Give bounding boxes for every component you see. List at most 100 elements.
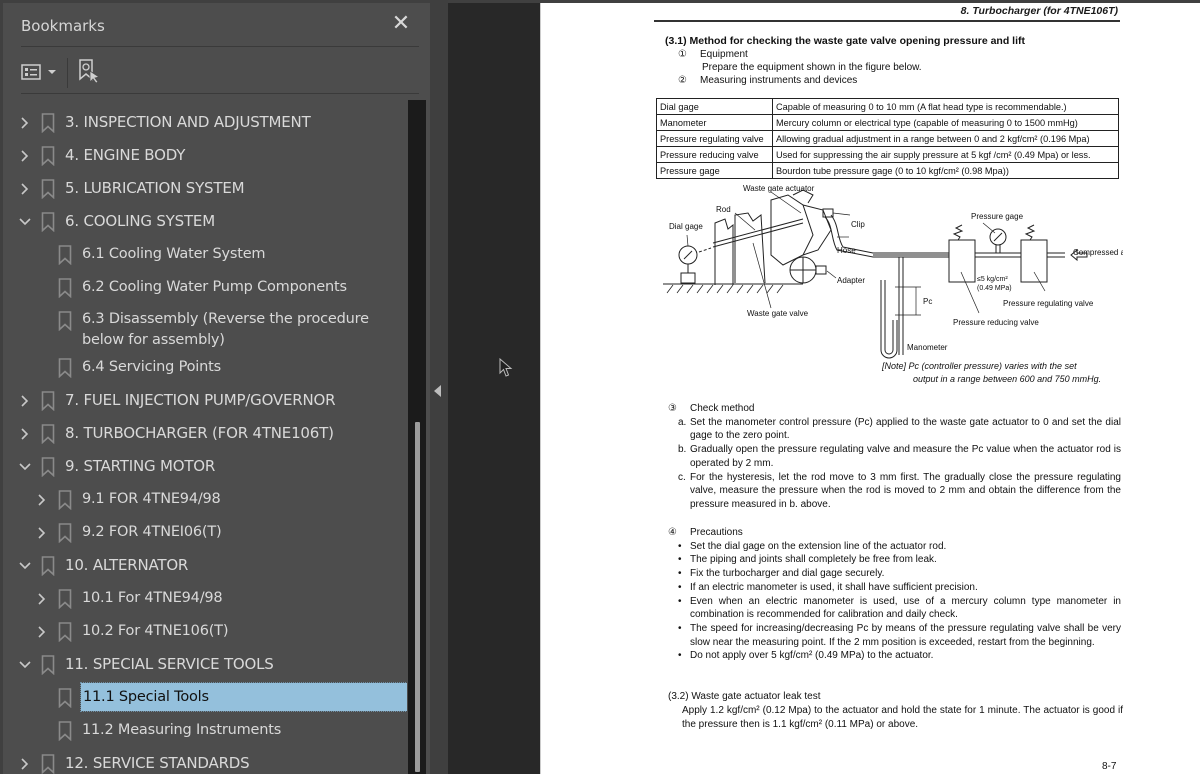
bookmark-icon — [58, 245, 72, 266]
check-method-step: a. Set the manometer control pressure (Pc… — [668, 416, 1121, 443]
chevron-right-icon[interactable] — [18, 174, 32, 204]
bookmark-item[interactable]: 10.1 For 4TNE94/98 — [3, 584, 407, 614]
bookmark-icon — [58, 278, 72, 299]
step-marker: a. — [678, 416, 687, 428]
turbocharger-drawing — [663, 189, 949, 294]
bookmark-icon — [41, 457, 55, 478]
step-marker: b. — [678, 444, 687, 456]
bookmark-label: 9.2 FOR 4TNEI06(T) — [82, 524, 222, 540]
bookmark-item[interactable]: 6.3 Disassembly (Reverse the procedure b… — [3, 306, 407, 354]
equipment-name-cell: Manometer — [656, 114, 773, 131]
scrollbar-thumb[interactable] — [415, 422, 420, 772]
bookmark-item[interactable]: 10.2 For 4TNE106(T) — [3, 617, 407, 647]
equipment-spec-cell: Allowing gradual adjustment in a range b… — [772, 130, 1119, 147]
bookmark-label: 7. FUEL INJECTION PUMP/GOVERNOR — [65, 391, 336, 409]
step-marker: c. — [678, 471, 686, 483]
bookmark-icon — [41, 754, 55, 774]
label-dial-gage: Dial gage — [669, 222, 703, 231]
chevron-down-icon[interactable] — [18, 650, 32, 680]
bookmark-icon — [41, 655, 55, 676]
chevron-right-icon[interactable] — [18, 749, 32, 774]
bookmark-label: 10.1 For 4TNE94/98 — [82, 590, 223, 606]
chevron-right-icon[interactable] — [35, 485, 49, 515]
step-1-text: Prepare the equipment shown in the figur… — [702, 62, 922, 73]
bookmark-label: 11.1 Special Tools — [80, 682, 407, 712]
label-adapter: Adapter — [837, 276, 865, 285]
bookmark-item[interactable]: 9.1 FOR 4TNE94/98 — [3, 485, 407, 515]
find-current-bookmark-button[interactable] — [77, 58, 105, 86]
section-3-1-title: (3.1) Method for checking the waste gate… — [665, 35, 1025, 47]
equipment-spec-cell: Mercury column or electrical type (capab… — [772, 114, 1119, 131]
bookmark-icon — [58, 311, 72, 332]
bookmark-label: 12. SERVICE STANDARDS — [65, 754, 250, 772]
bookmark-item[interactable]: 11. SPECIAL SERVICE TOOLS — [3, 650, 407, 680]
bookmarks-tree: 3. INSPECTION AND ADJUSTMENT 4. ENGINE BO… — [3, 100, 407, 774]
bookmark-item[interactable]: 9. STARTING MOTOR — [3, 452, 407, 482]
chevron-right-icon[interactable] — [18, 419, 32, 449]
precaution-item: Even when an electric manometer is used,… — [668, 595, 1121, 622]
bookmark-label: 6.1 Cooling Water System — [82, 246, 266, 262]
precaution-item: If an electric manometer is used, it sha… — [668, 581, 1121, 595]
bookmark-label: 3. INSPECTION AND ADJUSTMENT — [65, 113, 311, 131]
check-method-section: ③ Check method a. Set the manometer contro… — [668, 402, 1121, 512]
bookmark-icon — [41, 556, 55, 577]
step-1-heading: ① Equipment — [678, 49, 748, 60]
options-menu-button[interactable] — [21, 58, 59, 86]
chevron-right-icon[interactable] — [18, 141, 32, 171]
header-rule — [654, 20, 1120, 22]
bookmark-item[interactable]: 9.2 FOR 4TNEI06(T) — [3, 518, 407, 548]
precaution-item: Fix the turbocharger and dial gage secur… — [668, 567, 1121, 581]
bookmark-label: 4. ENGINE BODY — [65, 146, 186, 164]
bookmark-item[interactable]: 11.2 Measuring Instruments — [3, 716, 407, 746]
step-text: For the hysteresis, let the rod move to … — [690, 471, 1121, 510]
check-method-step: b. Gradually open the pressure regulating… — [668, 443, 1121, 470]
mouse-cursor-icon — [499, 358, 513, 377]
chevron-right-icon[interactable] — [35, 584, 49, 614]
collapse-panel-arrow-icon[interactable] — [434, 385, 441, 397]
check-method-step: c. For the hysteresis, let the rod move t… — [668, 471, 1121, 512]
bookmark-item[interactable]: 6. COOLING SYSTEM — [3, 207, 407, 237]
step-text: Set the manometer control pressure (Pc) … — [690, 416, 1121, 442]
bookmarks-scrollbar[interactable] — [408, 100, 426, 774]
table-row: Pressure regulating valve Allowing gradua… — [656, 130, 1119, 147]
bookmark-item[interactable]: 12. SERVICE STANDARDS — [3, 749, 407, 774]
close-icon[interactable]: ✕ — [390, 13, 412, 35]
bookmark-label: 6.3 Disassembly (Reverse the procedure b… — [82, 311, 369, 348]
chevron-down-icon[interactable] — [18, 207, 32, 237]
label-compressed-air: Compressed air — [1073, 248, 1123, 257]
bookmark-label: 9.1 FOR 4TNE94/98 — [82, 491, 221, 507]
table-row: Manometer Mercury column or electrical ty… — [656, 114, 1119, 131]
bookmark-item[interactable]: 3. INSPECTION AND ADJUSTMENT — [3, 108, 407, 138]
bookmark-item[interactable]: 6.1 Cooling Water System — [3, 240, 407, 270]
chevron-right-icon[interactable] — [35, 518, 49, 548]
chevron-right-icon[interactable] — [18, 108, 32, 138]
label-rod: Rod — [716, 205, 731, 214]
chevron-right-icon[interactable] — [18, 386, 32, 416]
label-manometer: Manometer — [907, 343, 948, 352]
bookmark-icon — [41, 179, 55, 200]
label-pressure-regulating-valve: Pressure regulating valve — [1003, 299, 1094, 308]
label-waste-gate-valve: Waste gate valve — [747, 309, 809, 318]
step-3-heading: ③ Check method — [668, 403, 755, 414]
precaution-item: Set the dial gage on the extension line … — [668, 540, 1121, 554]
bookmark-label: 5. LUBRICATION SYSTEM — [65, 179, 245, 197]
panel-splitter[interactable] — [430, 0, 448, 774]
list-options-icon — [21, 64, 41, 80]
bookmark-item[interactable]: 8. TURBOCHARGER (FOR 4TNE106T) — [3, 419, 407, 449]
equipment-name-cell: Pressure reducing valve — [656, 146, 773, 163]
bookmark-item[interactable]: 4. ENGINE BODY — [3, 141, 407, 171]
bookmark-item[interactable]: 10. ALTERNATOR — [3, 551, 407, 581]
figure-note-line-2: output in a range between 600 and 750 mm… — [913, 374, 1102, 384]
bookmark-item[interactable]: 6.2 Cooling Water Pump Components — [3, 273, 407, 303]
chevron-right-icon[interactable] — [35, 617, 49, 647]
chevron-down-icon[interactable] — [18, 551, 32, 581]
equipment-name-cell: Dial gage — [656, 98, 773, 115]
bookmark-item[interactable]: 5. LUBRICATION SYSTEM — [3, 174, 407, 204]
step-4-heading: ④ Precautions — [668, 527, 743, 538]
bookmark-icon — [58, 688, 72, 709]
bookmark-label: 10.2 For 4TNE106(T) — [82, 623, 229, 639]
bookmark-item[interactable]: 11.1 Special Tools — [3, 682, 407, 713]
bookmark-item[interactable]: 6.4 Servicing Points — [3, 353, 407, 383]
bookmark-item[interactable]: 7. FUEL INJECTION PUMP/GOVERNOR — [3, 386, 407, 416]
chevron-down-icon[interactable] — [18, 452, 32, 482]
